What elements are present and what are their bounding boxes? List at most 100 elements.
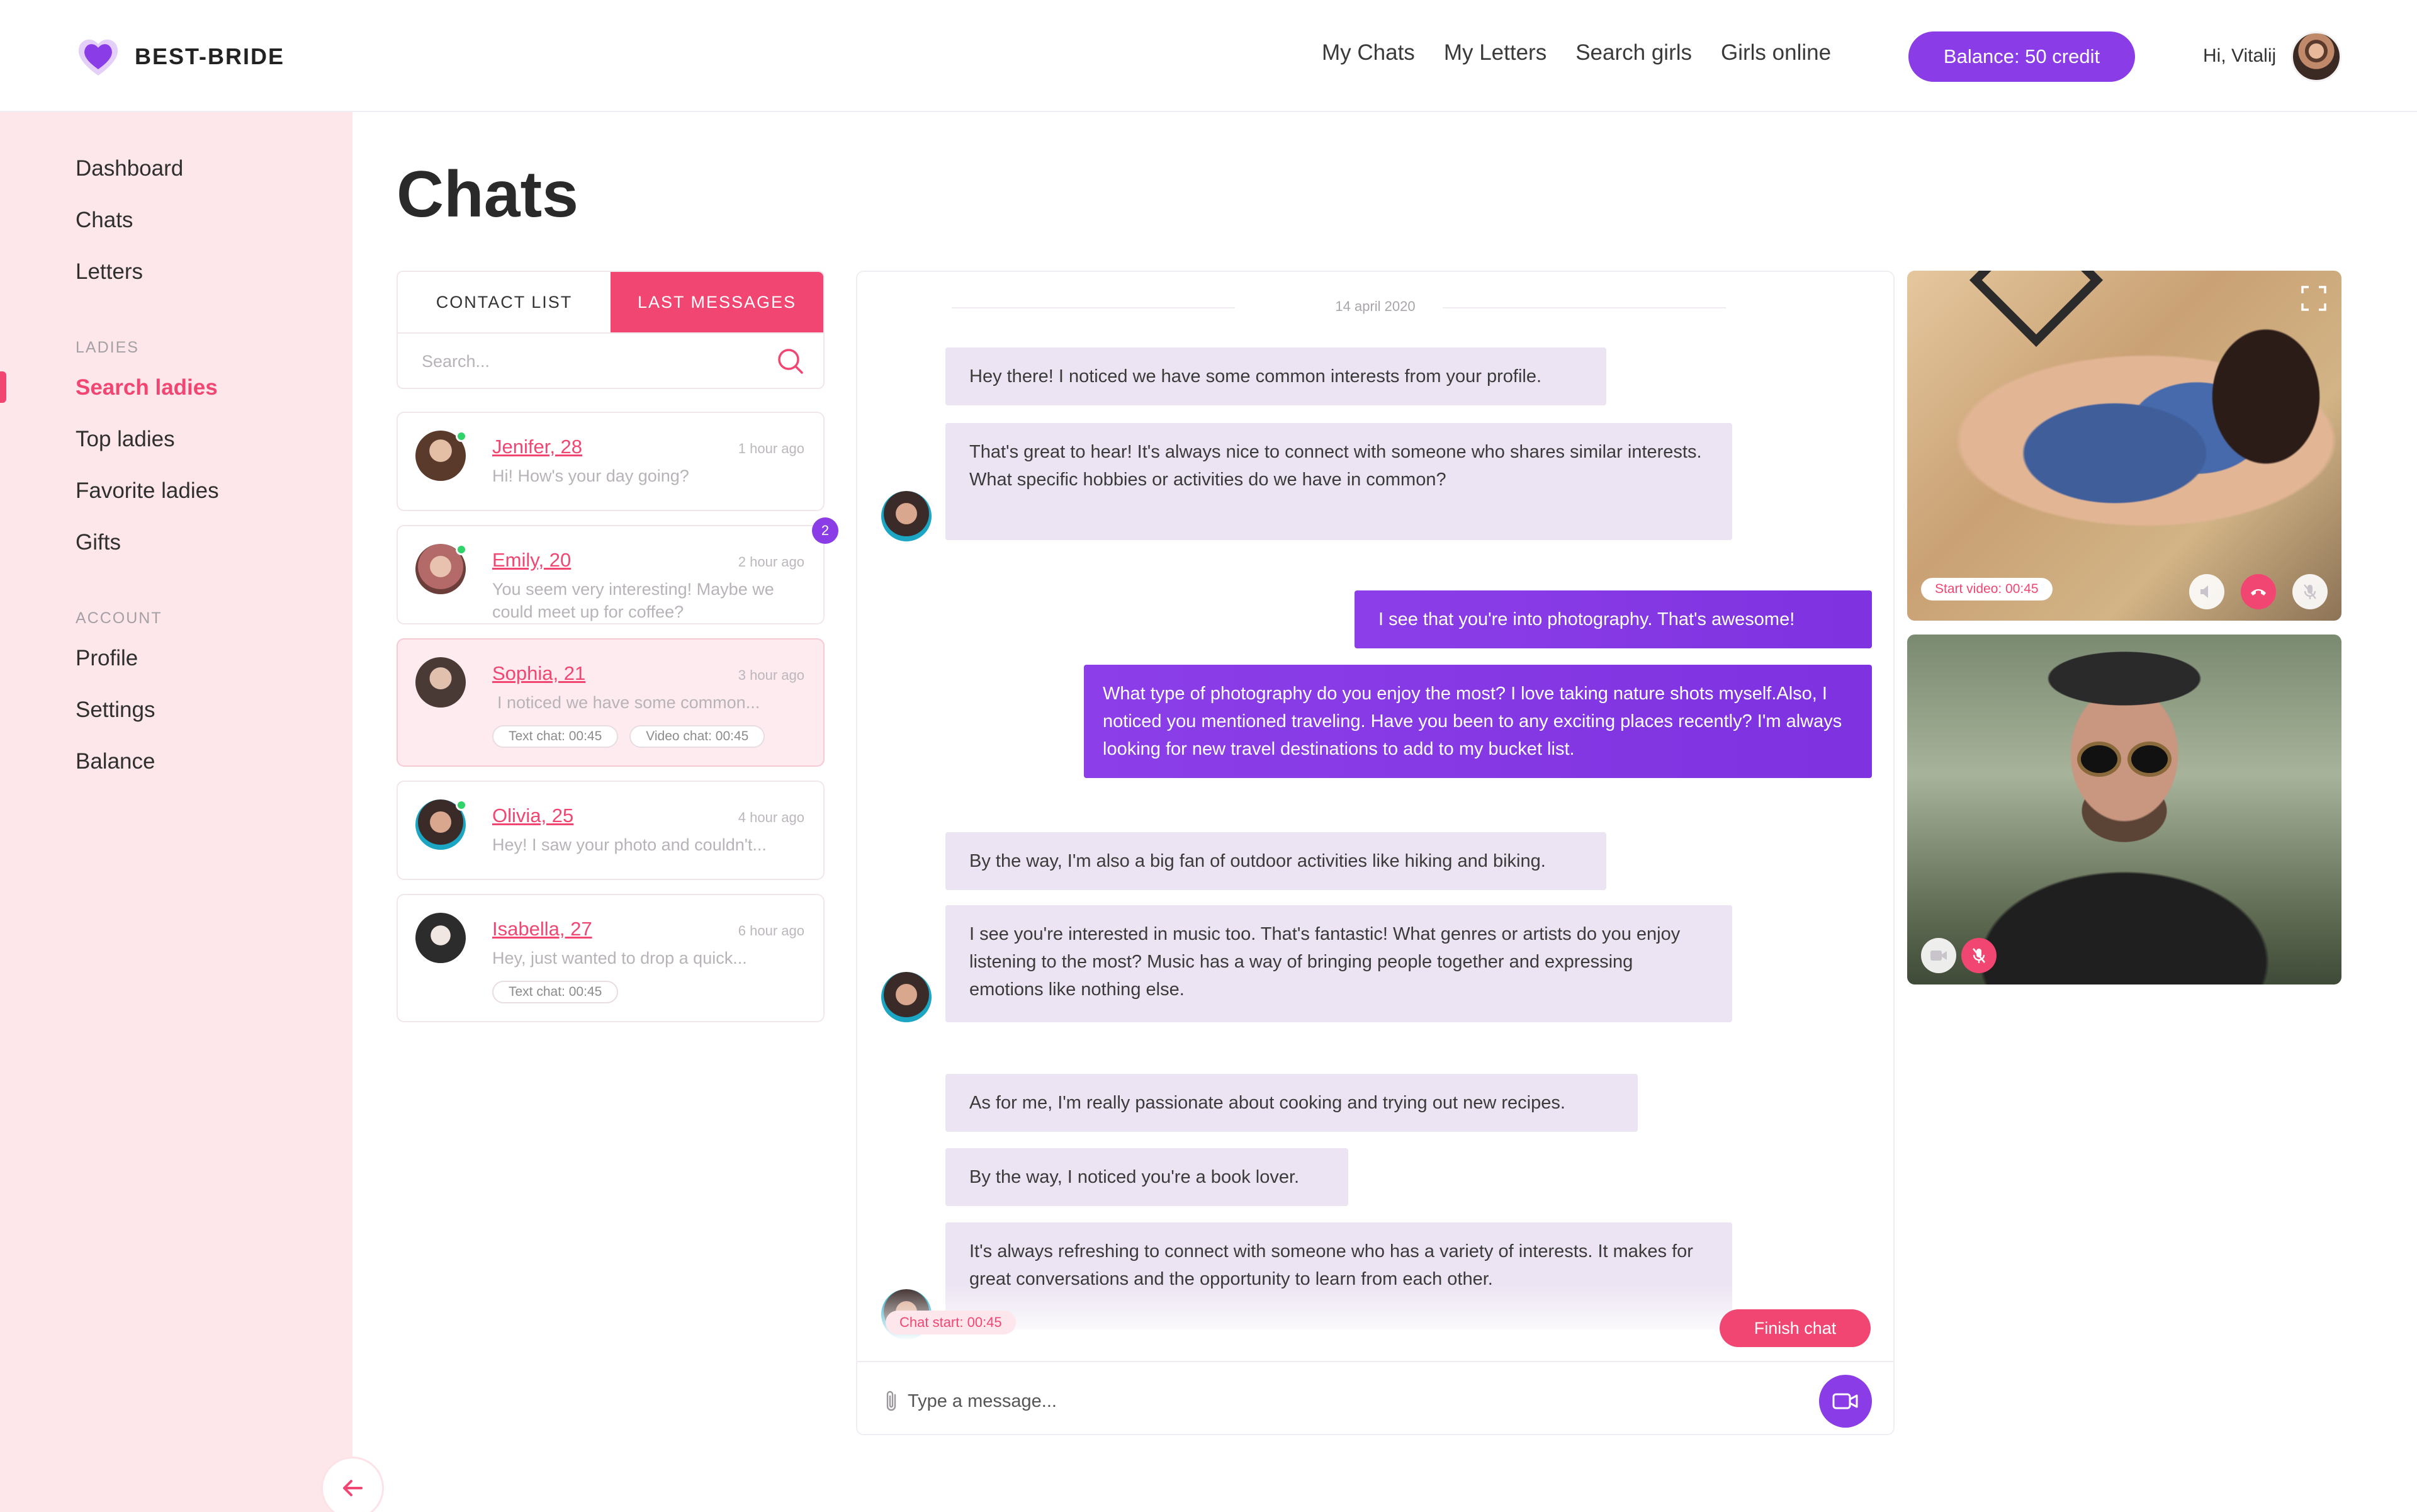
contact-time: 3 hour ago xyxy=(738,667,804,683)
contact-time: 1 hour ago xyxy=(738,441,804,456)
message-outgoing: I see that you're into photography. That… xyxy=(1355,590,1872,648)
my-video-feed xyxy=(1907,635,2341,984)
chat-tabs: CONTACT LIST LAST MESSAGES xyxy=(397,271,825,334)
session-tags: Text chat: 00:45 xyxy=(492,981,619,1003)
contact-item-jenifer[interactable]: Jenifer, 28 1 hour ago Hi! How's your da… xyxy=(397,412,825,511)
active-indicator xyxy=(0,371,6,403)
collapse-sidebar-button[interactable] xyxy=(321,1457,384,1512)
camera-toggle-button[interactable] xyxy=(1921,938,1956,973)
sidebar-item-gifts[interactable]: Gifts xyxy=(76,530,121,555)
mute-microphone-button[interactable] xyxy=(1961,938,1997,973)
contact-last-message: Hey, just wanted to drop a quick... xyxy=(492,949,747,968)
balance-button[interactable]: Balance: 50 credit xyxy=(1908,31,2135,82)
microphone-off-icon xyxy=(2304,584,2316,599)
message-incoming: By the way, I noticed you're a book love… xyxy=(945,1148,1348,1206)
nav-girls-online[interactable]: Girls online xyxy=(1721,40,1831,65)
finish-chat-button[interactable]: Finish chat xyxy=(1720,1309,1871,1347)
sidebar-item-settings[interactable]: Settings xyxy=(76,697,155,723)
volume-button[interactable] xyxy=(2189,574,2224,609)
partner-video-feed: Start video: 00:45 xyxy=(1907,271,2341,621)
start-video-button[interactable] xyxy=(1819,1375,1872,1428)
nav-my-letters[interactable]: My Letters xyxy=(1444,40,1547,65)
contact-time: 4 hour ago xyxy=(738,810,804,825)
volume-icon xyxy=(2200,585,2208,598)
message-input[interactable] xyxy=(908,1386,1726,1416)
message-outgoing: What type of photography do you enjoy th… xyxy=(1084,665,1872,778)
contact-last-message: I noticed we have some common... xyxy=(497,693,760,712)
contact-name: Jenifer, 28 xyxy=(492,436,583,458)
search-icon[interactable] xyxy=(775,346,806,376)
window-frame-shape xyxy=(1969,271,2104,347)
sender-avatar xyxy=(881,972,932,1022)
top-nav: My Chats My Letters Search girls Girls o… xyxy=(1322,40,1831,65)
nav-my-chats[interactable]: My Chats xyxy=(1322,40,1415,65)
contact-last-message: Hey! I saw your photo and couldn't... xyxy=(492,835,767,854)
mute-microphone-button[interactable] xyxy=(2292,574,2328,609)
contact-time: 6 hour ago xyxy=(738,923,804,939)
contact-item-sophia[interactable]: Sophia, 21 3 hour ago I noticed we have … xyxy=(397,638,825,767)
nav-search-girls[interactable]: Search girls xyxy=(1575,40,1692,65)
logo[interactable]: BEST-BRIDE xyxy=(76,34,285,79)
video-camera-icon xyxy=(1930,951,1947,961)
start-video-timer: Start video: 00:45 xyxy=(1921,578,2053,601)
sender-avatar xyxy=(881,491,932,541)
sidebar-item-favorite-ladies[interactable]: Favorite ladies xyxy=(76,478,219,504)
paperclip-icon[interactable] xyxy=(882,1389,901,1414)
sunglasses-lens xyxy=(2077,742,2121,777)
contact-item-emily[interactable]: Emily, 20 2 hour ago You seem very inter… xyxy=(397,525,825,624)
user-greeting: Hi, Vitalij xyxy=(2203,45,2277,66)
sidebar-item-search-ladies[interactable]: Search ladies xyxy=(76,375,218,400)
sidebar-item-top-ladies[interactable]: Top ladies xyxy=(76,427,175,452)
online-status-dot xyxy=(456,799,467,811)
contact-item-isabella[interactable]: Isabella, 27 6 hour ago Hey, just wanted… xyxy=(397,894,825,1022)
unread-count-badge: 2 xyxy=(812,517,838,544)
message-incoming: By the way, I'm also a big fan of outdoo… xyxy=(945,832,1606,890)
sidebar-item-balance[interactable]: Balance xyxy=(76,749,155,774)
video-chat-tag: Video chat: 00:45 xyxy=(629,725,765,748)
contact-search xyxy=(397,334,825,389)
message-composer xyxy=(857,1361,1893,1434)
chat-window: 14 april 2020 Hey there! I noticed we ha… xyxy=(856,271,1895,1435)
heart-logo-icon xyxy=(78,39,118,76)
video-camera-icon xyxy=(1832,1393,1858,1409)
microphone-off-icon xyxy=(1972,948,1986,963)
contact-name: Isabella, 27 xyxy=(492,918,592,940)
sidebar-item-chats[interactable]: Chats xyxy=(76,208,133,233)
online-status-dot xyxy=(456,544,467,555)
session-tags: Text chat: 00:45 Video chat: 00:45 xyxy=(492,725,765,748)
contact-name: Sophia, 21 xyxy=(492,662,586,684)
hang-up-icon xyxy=(2251,589,2266,595)
contact-avatar xyxy=(415,657,466,708)
search-input[interactable] xyxy=(422,347,762,375)
user-avatar[interactable] xyxy=(2291,31,2341,82)
contact-name: Emily, 20 xyxy=(492,549,572,571)
contact-last-message: Hi! How's your day going? xyxy=(492,466,689,485)
message-incoming: That's great to hear! It's always nice t… xyxy=(945,423,1732,540)
end-call-button[interactable] xyxy=(2241,574,2276,609)
contact-avatar xyxy=(415,913,466,963)
message-incoming: As for me, I'm really passionate about c… xyxy=(945,1074,1638,1132)
message-incoming: Hey there! I noticed we have some common… xyxy=(945,347,1606,405)
chat-start-timer: Chat start: 00:45 xyxy=(886,1311,1016,1334)
top-header: BEST-BRIDE My Chats My Letters Search gi… xyxy=(0,0,2417,112)
brand-name: BEST-BRIDE xyxy=(135,43,285,69)
sidebar-section-ladies: LADIES xyxy=(76,339,139,356)
online-status-dot xyxy=(456,431,467,442)
chat-date: 14 april 2020 xyxy=(1335,298,1416,314)
text-chat-tag: Text chat: 00:45 xyxy=(492,981,619,1003)
fullscreen-icon[interactable] xyxy=(2300,285,2328,312)
contact-time: 2 hour ago xyxy=(738,554,804,570)
page-title: Chats xyxy=(397,158,578,231)
contact-item-olivia[interactable]: Olivia, 25 4 hour ago Hey! I saw your ph… xyxy=(397,781,825,880)
tab-last-messages[interactable]: LAST MESSAGES xyxy=(611,272,823,332)
sidebar-item-letters[interactable]: Letters xyxy=(76,259,143,285)
tab-contact-list[interactable]: CONTACT LIST xyxy=(398,272,611,332)
sidebar-item-dashboard[interactable]: Dashboard xyxy=(76,156,183,181)
message-incoming: I see you're interested in music too. Th… xyxy=(945,905,1732,1022)
sidebar-item-profile[interactable]: Profile xyxy=(76,646,138,671)
sunglasses-lens xyxy=(2127,742,2172,777)
sidebar-section-account: ACCOUNT xyxy=(76,609,162,627)
contact-name: Olivia, 25 xyxy=(492,804,574,827)
text-chat-tag: Text chat: 00:45 xyxy=(492,725,619,748)
sidebar: Dashboard Chats Letters LADIES Search la… xyxy=(0,112,352,1512)
